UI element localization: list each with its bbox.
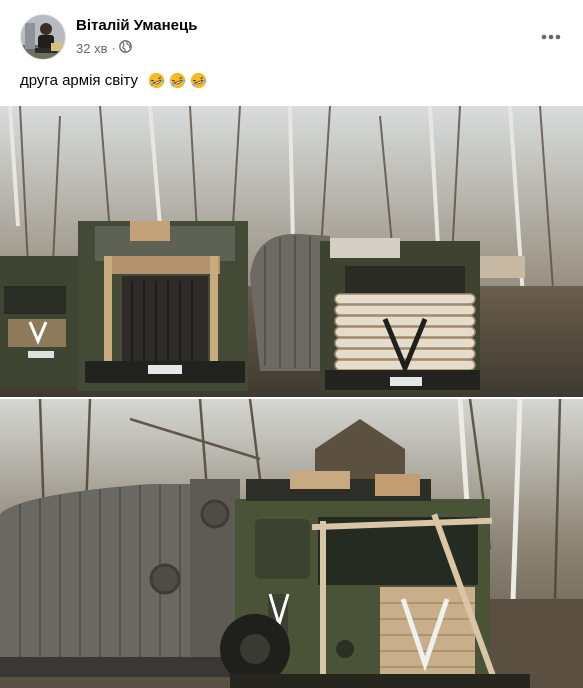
avatar-image	[21, 15, 65, 59]
rofl-emoji-icon	[148, 72, 165, 89]
author-name[interactable]: Віталій Уманець	[76, 17, 197, 34]
truck-left	[0, 256, 78, 386]
post-photo-2[interactable]	[0, 399, 583, 688]
truck-cab	[220, 471, 530, 688]
post-text-content: друга армія світу	[20, 72, 139, 89]
post-time[interactable]: 32 хв	[76, 41, 107, 56]
truck-right	[250, 233, 480, 391]
facebook-post: Віталій Уманець 32 хв · друга армія світ…	[0, 0, 583, 688]
author-avatar[interactable]	[20, 14, 66, 60]
post-photo-1[interactable]	[0, 106, 583, 397]
meta-separator: ·	[111, 41, 116, 55]
globe-icon[interactable]	[119, 40, 133, 56]
more-options-button[interactable]	[537, 22, 565, 50]
tank-truck	[0, 479, 240, 677]
truck-center	[78, 221, 248, 391]
post-meta: 32 хв ·	[76, 40, 133, 56]
post-text: друга армія світу	[20, 72, 207, 89]
rofl-emoji-icon	[190, 72, 207, 89]
post-header: Віталій Уманець 32 хв ·	[0, 0, 583, 66]
more-horizontal-icon	[541, 27, 561, 45]
rofl-emoji-icon	[169, 72, 186, 89]
